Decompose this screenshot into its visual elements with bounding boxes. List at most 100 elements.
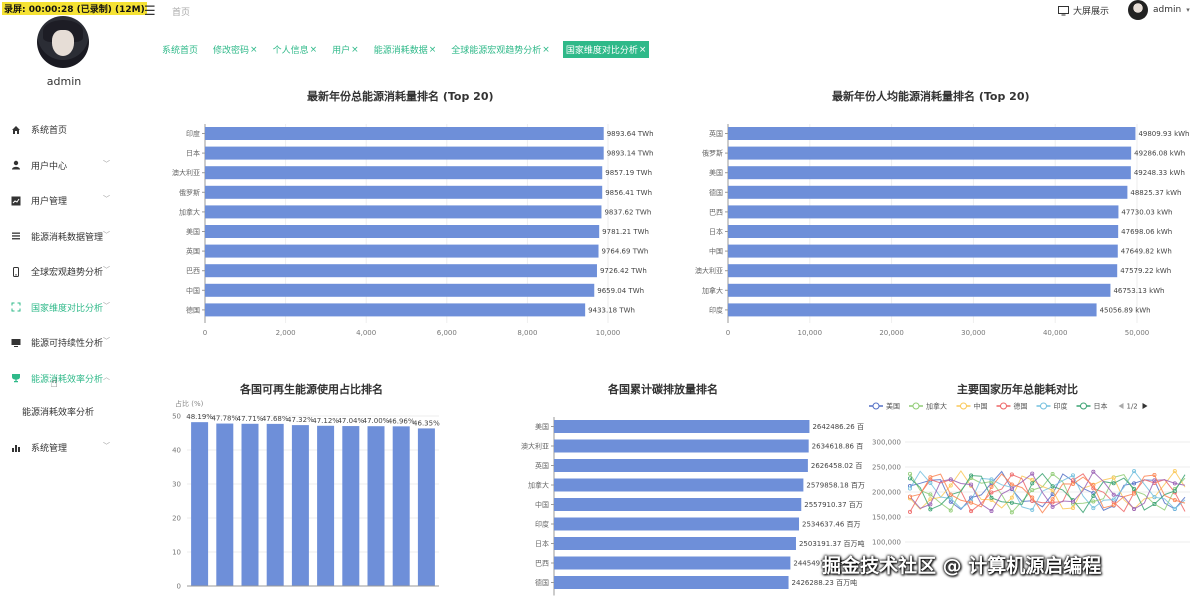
data-label: 47.78% [211,415,238,423]
y-tick-label: 20 [172,515,181,523]
y-tick-label: 250,000 [872,464,901,472]
tab-change-password[interactable]: 修改密码 × [211,41,260,58]
top-header: ☰ 首页 大屏展示 admin ▾ [128,0,1200,40]
data-label: 47.12% [312,417,339,425]
chart3-renewable-share: 占比 (%) 0 10 20 30 40 50 48.19%47.78%47.71%47.68… [172,399,440,591]
y-tick-label: 50 [172,413,181,421]
category-label: 印度 [186,129,200,138]
y-tick-label: 40 [172,447,181,455]
bar [728,303,1097,317]
close-icon[interactable]: × [639,45,647,55]
x-tick-label: 4,000 [356,329,376,337]
data-label: 47.00% [363,417,390,425]
bar [554,537,796,550]
bar [205,225,600,238]
x-tick-label: 50,000 [1125,329,1150,337]
big-screen-button[interactable]: 大屏展示 [1058,4,1109,17]
sidebar-item-system[interactable]: 系统管理 ﹀ [0,430,128,466]
header-user[interactable]: admin ▾ [1128,0,1190,20]
legend-label: 美国 [886,402,900,411]
sidebar-item-user-manage[interactable]: 用户管理 ﹀ [0,183,128,219]
legend-label: 日本 [1094,402,1108,411]
bar [205,166,603,180]
data-label: 9893.14 TWh [607,150,654,158]
sidebar-item-sustainability[interactable]: 能源可持续性分析 ﹀ [0,325,128,361]
data-label: 9837.62 TWh [604,208,651,216]
category-label: 英国 [709,129,723,138]
bar [205,303,586,317]
tab-label: 国家维度对比分析 [565,46,638,56]
close-icon[interactable]: × [250,45,258,55]
bar [205,185,603,199]
tab-label: 全球能源宏观趋势分析 [451,46,542,56]
data-label: 46753.13 kWh [1113,287,1164,295]
sidebar-item-global-trend[interactable]: 全球宏观趋势分析 ﹀ [0,254,128,290]
close-icon[interactable]: × [310,45,318,55]
sidebar-item-label: 用户中心 [31,161,68,172]
y-tick-label: 200,000 [872,489,901,497]
data-label: 9893.64 TWh [607,130,654,138]
sidebar-item-efficiency[interactable]: 能源消耗效率分析 ︿ [0,361,128,397]
tab-country-compare[interactable]: 国家维度对比分析 × [562,41,650,58]
legend-label: 中国 [974,402,988,411]
x-tick-label: 40,000 [1043,329,1068,337]
pointer-cursor-icon: ☝ [50,376,58,391]
sidebar-item-country-compare[interactable]: 国家维度对比分析 ﹀ [0,290,128,326]
bar [205,244,599,258]
legend-next-icon [1142,403,1148,409]
close-icon[interactable]: × [429,45,437,55]
bar [205,127,604,140]
close-icon[interactable]: × [542,45,550,55]
tab-energy-data[interactable]: 能源消耗数据 × [372,41,439,58]
chart3-title: 各国可再生能源使用占比排名 [240,383,383,396]
category-label: 印度 [709,305,723,314]
tab-global-trend[interactable]: 全球能源宏观趋势分析 × [449,41,552,58]
sidebar-subitem-efficiency[interactable]: 能源消耗效率分析 [0,396,128,426]
sidebar-item-energy-data[interactable]: 能源消耗数据管理 ﹀ [0,219,128,255]
tab-label: 修改密码 [213,46,250,56]
fullscreen-icon [11,302,21,312]
sidebar-item-user-center[interactable]: 用户中心 ﹀ [0,148,128,184]
bar [728,127,1136,140]
bar-chart-icon [11,443,21,453]
legend-label: 印度 [1054,402,1068,411]
bar [728,185,1128,199]
phone-icon [11,266,21,277]
category-label: 美国 [535,422,549,431]
category-label: 巴西 [186,267,200,275]
data-label: 9857.19 TWh [605,169,652,177]
monitor-icon [11,338,21,348]
chart5-title: 主要国家历年总能耗对比 [957,383,1078,396]
bar [191,422,209,586]
data-label: 2426288.23 百万吨 [792,578,858,587]
data-label: 47.04% [337,417,364,425]
bar [205,205,602,219]
category-label: 澳大利亚 [521,442,549,451]
sidebar-item-home[interactable]: 系统首页 [0,112,128,148]
watermark: 掘金技术社区 @ 计算机源启编程 [822,555,1102,577]
sidebar-item-label: 能源可持续性分析 [31,339,104,350]
chevron-down-icon: ﹀ [103,337,110,345]
tab-users[interactable]: 用户 × [330,41,361,58]
chart2-per-capita-consumption: 0 10,000 20,000 30,000 40,000 50,000 英国 49809.9… [695,124,1189,337]
x-tick-label: 10,000 [798,329,823,337]
sidebar-item-label: 能源消耗效率分析 [31,374,104,385]
tab-home[interactable]: 系统首页 [160,41,200,58]
chevron-down-icon: ﹀ [103,266,110,274]
hamburger-icon[interactable]: ☰ [144,4,156,19]
category-label: 中国 [186,286,200,295]
data-label: 47698.06 kWh [1121,228,1172,236]
screen-icon [1058,5,1069,15]
avatar-face [52,30,74,56]
bar [554,459,808,472]
close-icon[interactable]: × [351,45,359,55]
category-label: 巴西 [535,560,549,568]
breadcrumb[interactable]: 首页 [172,5,190,18]
data-label: 2534637.46 百万 [802,521,861,529]
tab-profile[interactable]: 个人信息 × [271,41,320,58]
legend-marker [1040,402,1047,410]
sidebar-item-label: 全球宏观趋势分析 [31,268,104,279]
tab-label: 能源消耗数据 [373,46,428,56]
avatar[interactable] [37,16,89,68]
data-label: 47.71% [237,415,264,423]
